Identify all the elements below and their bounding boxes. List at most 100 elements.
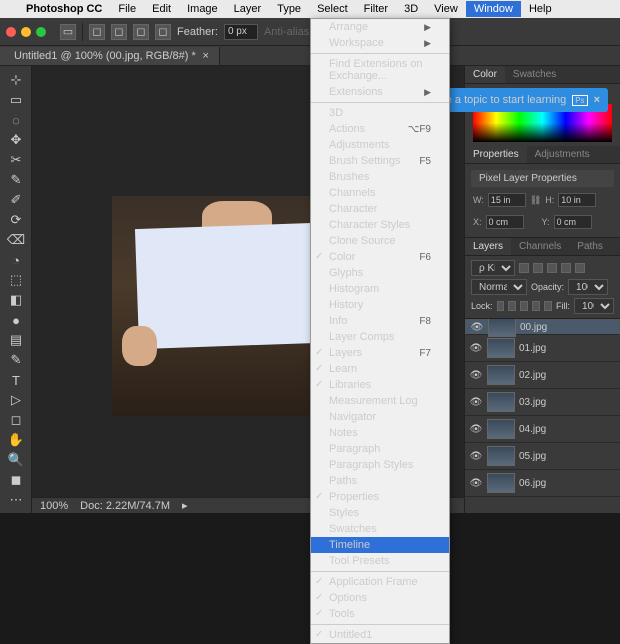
layer-row[interactable]: 👁02.jpg <box>465 362 620 389</box>
filter-pixel-icon[interactable] <box>519 263 529 273</box>
menu-item-untitled1[interactable]: ✓Untitled1 <box>311 627 449 643</box>
visibility-icon[interactable]: 👁 <box>470 322 484 333</box>
menu-help[interactable]: Help <box>521 1 560 17</box>
menu-item-color[interactable]: ✓ColorF6 <box>311 249 449 265</box>
tool-8[interactable]: ⌫ <box>3 230 29 250</box>
menu-item-brush-settings[interactable]: Brush SettingsF5 <box>311 153 449 169</box>
menu-edit[interactable]: Edit <box>144 1 179 17</box>
menu-item-navigator[interactable]: Navigator <box>311 409 449 425</box>
close-tab-icon[interactable]: × <box>203 50 209 62</box>
x-input[interactable] <box>486 215 524 229</box>
tool-0[interactable]: ⊹ <box>3 70 29 90</box>
tab-channels[interactable]: Channels <box>511 238 569 255</box>
menu-item-libraries[interactable]: ✓Libraries <box>311 377 449 393</box>
visibility-icon[interactable]: 👁 <box>469 451 483 462</box>
menu-item-layer-comps[interactable]: Layer Comps <box>311 329 449 345</box>
filter-shape-icon[interactable] <box>561 263 571 273</box>
menu-item-3d[interactable]: 3D <box>311 105 449 121</box>
tool-11[interactable]: ◧ <box>3 290 29 310</box>
menu-item-tools[interactable]: ✓Tools <box>311 606 449 622</box>
menu-item-layers[interactable]: ✓LayersF7 <box>311 345 449 361</box>
app-name[interactable]: Photoshop CC <box>18 1 110 17</box>
filter-type-icon[interactable] <box>547 263 557 273</box>
tool-1[interactable]: ▭ <box>3 90 29 110</box>
menu-item-measurement-log[interactable]: Measurement Log <box>311 393 449 409</box>
link-icon[interactable]: ⛓ <box>530 195 541 206</box>
tool-3[interactable]: ✥ <box>3 130 29 150</box>
tool-21[interactable]: ⋯ <box>3 490 29 510</box>
tool-18[interactable]: ✋ <box>3 430 29 450</box>
opacity-select[interactable]: 100% <box>568 279 608 295</box>
menu-item-character-styles[interactable]: Character Styles <box>311 217 449 233</box>
menu-item-adjustments[interactable]: Adjustments <box>311 137 449 153</box>
menu-file[interactable]: File <box>110 1 144 17</box>
tool-7[interactable]: ⟳ <box>3 210 29 230</box>
visibility-icon[interactable]: 👁 <box>469 370 483 381</box>
tab-paths[interactable]: Paths <box>569 238 611 255</box>
menu-select[interactable]: Select <box>309 1 356 17</box>
menu-image[interactable]: Image <box>179 1 226 17</box>
tool-12[interactable]: ● <box>3 310 29 330</box>
tab-color[interactable]: Color <box>465 66 505 83</box>
layer-row[interactable]: 👁01.jpg <box>465 335 620 362</box>
tab-properties[interactable]: Properties <box>465 146 527 163</box>
selection-new-icon[interactable]: ◻ <box>89 24 105 40</box>
menu-item-paragraph-styles[interactable]: Paragraph Styles <box>311 457 449 473</box>
menu-item-tool-presets[interactable]: Tool Presets <box>311 553 449 569</box>
lock-pos-icon[interactable] <box>520 301 528 311</box>
lock-pixels-icon[interactable] <box>508 301 516 311</box>
blend-mode-select[interactable]: Normal <box>471 279 527 295</box>
menu-item-glyphs[interactable]: Glyphs <box>311 265 449 281</box>
h-input[interactable] <box>558 193 596 207</box>
tool-19[interactable]: 🔍 <box>3 450 29 470</box>
menu-item-extensions[interactable]: Extensions▶ <box>311 84 449 100</box>
visibility-icon[interactable]: 👁 <box>469 478 483 489</box>
layer-row[interactable]: 👁00.jpg <box>465 319 620 335</box>
tool-14[interactable]: ✎ <box>3 350 29 370</box>
status-chevron-icon[interactable]: ▸ <box>182 499 188 512</box>
lock-trans-icon[interactable] <box>497 301 505 311</box>
tool-2[interactable]: ◌ <box>3 110 29 130</box>
menu-item-learn[interactable]: ✓Learn <box>311 361 449 377</box>
layer-row[interactable]: 👁04.jpg <box>465 416 620 443</box>
menu-item-paragraph[interactable]: Paragraph <box>311 441 449 457</box>
menu-layer[interactable]: Layer <box>226 1 270 17</box>
lock-all-icon[interactable] <box>544 301 552 311</box>
layer-row[interactable]: 👁03.jpg <box>465 389 620 416</box>
menu-item-actions[interactable]: Actions⌥F9 <box>311 121 449 137</box>
minimize-button[interactable] <box>21 27 31 37</box>
menu-item-brushes[interactable]: Brushes <box>311 169 449 185</box>
visibility-icon[interactable]: 👁 <box>469 343 483 354</box>
tool-5[interactable]: ✎ <box>3 170 29 190</box>
w-input[interactable] <box>488 193 526 207</box>
menu-window[interactable]: Window <box>466 1 521 17</box>
tooltip-close-icon[interactable]: × <box>594 94 600 106</box>
fill-select[interactable]: 100% <box>574 298 614 314</box>
filter-adjust-icon[interactable] <box>533 263 543 273</box>
close-button[interactable] <box>6 27 16 37</box>
menu-item-styles[interactable]: Styles <box>311 505 449 521</box>
menu-filter[interactable]: Filter <box>356 1 396 17</box>
tool-4[interactable]: ✂ <box>3 150 29 170</box>
tool-13[interactable]: ▤ <box>3 330 29 350</box>
layer-row[interactable]: 👁06.jpg <box>465 470 620 497</box>
layer-filter-kind[interactable]: ρ Kind <box>471 260 515 276</box>
menu-item-notes[interactable]: Notes <box>311 425 449 441</box>
menu-item-history[interactable]: History <box>311 297 449 313</box>
menu-item-character[interactable]: Character <box>311 201 449 217</box>
tab-swatches[interactable]: Swatches <box>505 66 564 83</box>
menu-item-options[interactable]: ✓Options <box>311 590 449 606</box>
visibility-icon[interactable]: 👁 <box>469 397 483 408</box>
menu-item-paths[interactable]: Paths <box>311 473 449 489</box>
marquee-tool-icon[interactable]: ▭ <box>60 24 76 40</box>
tab-layers[interactable]: Layers <box>465 238 511 255</box>
menu-item-clone-source[interactable]: Clone Source <box>311 233 449 249</box>
menu-type[interactable]: Type <box>269 1 309 17</box>
menu-3d[interactable]: 3D <box>396 1 426 17</box>
visibility-icon[interactable]: 👁 <box>469 424 483 435</box>
menu-item-swatches[interactable]: Swatches <box>311 521 449 537</box>
tool-17[interactable]: ◻ <box>3 410 29 430</box>
menu-item-find-extensions-on-exchange-[interactable]: Find Extensions on Exchange... <box>311 56 449 84</box>
menu-view[interactable]: View <box>426 1 466 17</box>
tool-15[interactable]: T <box>3 370 29 390</box>
